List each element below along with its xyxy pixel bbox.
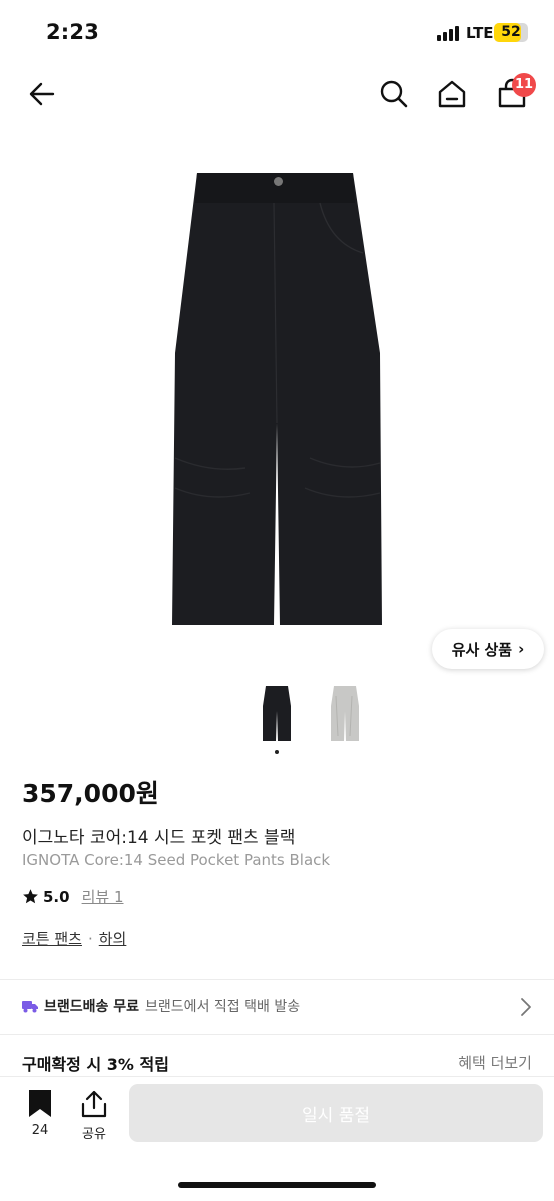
divider (0, 979, 554, 980)
truck-icon (22, 1001, 38, 1013)
divider (0, 1034, 554, 1035)
category-link-cotton-pants[interactable]: 코튼 팬츠 (22, 930, 82, 948)
similar-products-label: 유사 상품 (451, 640, 513, 659)
chevron-right-icon: › (518, 640, 525, 658)
chevron-right-icon (521, 998, 531, 1016)
share-label: 공유 (82, 1127, 106, 1142)
thumbnail-black[interactable] (262, 686, 292, 742)
shipping-detail: 브랜드에서 직접 택배 발송 (145, 999, 301, 1015)
product-name-ko: 이그노타 코어:14 시드 포켓 팬츠 블랙 (22, 828, 296, 848)
search-button[interactable] (378, 78, 410, 110)
shipping-row[interactable]: 브랜드배송 무료 브랜드에서 직접 택배 발송 (22, 996, 300, 1016)
home-icon (438, 80, 466, 108)
star-icon (23, 889, 38, 904)
shipping-label: 브랜드배송 무료 (44, 999, 140, 1015)
share-button[interactable]: 공유 (76, 1090, 112, 1142)
soldout-button[interactable]: 일시 품절 (129, 1084, 543, 1142)
product-image[interactable] (170, 173, 384, 629)
category-link-bottoms[interactable]: 하의 (99, 930, 127, 948)
rating-row: 5.0 리뷰 1 (22, 886, 124, 907)
benefit-more-link[interactable]: 혜택 더보기 (458, 1052, 532, 1073)
review-link[interactable]: 리뷰 1 (82, 886, 124, 907)
status-time: 2:23 (46, 20, 100, 44)
bookmark-button[interactable]: 24 (22, 1090, 58, 1138)
points-label: 구매확정 시 3% 적립 (22, 1055, 169, 1074)
rating-value: 5.0 (43, 887, 70, 906)
share-icon (81, 1090, 107, 1118)
product-name-en: IGNOTA Core:14 Seed Pocket Pants Black (22, 851, 331, 869)
thumbnail-gray[interactable] (330, 686, 360, 742)
carousel-indicator-dot (275, 750, 279, 754)
bookmark-icon (29, 1090, 51, 1117)
battery-level: 52 (501, 24, 521, 40)
home-button[interactable] (436, 78, 468, 110)
arrow-left-icon (29, 82, 55, 106)
signal-icon (437, 26, 459, 41)
category-breadcrumb: 코튼 팬츠 · 하의 (22, 928, 126, 949)
battery-icon: 52 (494, 23, 528, 42)
similar-products-button[interactable]: 유사 상품 › (432, 629, 544, 669)
network-label: LTE (466, 24, 494, 42)
cart-badge: 11 (512, 73, 536, 97)
back-button[interactable] (26, 78, 58, 110)
bookmark-count: 24 (31, 1123, 49, 1138)
product-price: 357,000원 (22, 779, 159, 808)
home-indicator (178, 1182, 376, 1188)
category-separator: · (87, 930, 93, 948)
search-icon (380, 80, 408, 108)
